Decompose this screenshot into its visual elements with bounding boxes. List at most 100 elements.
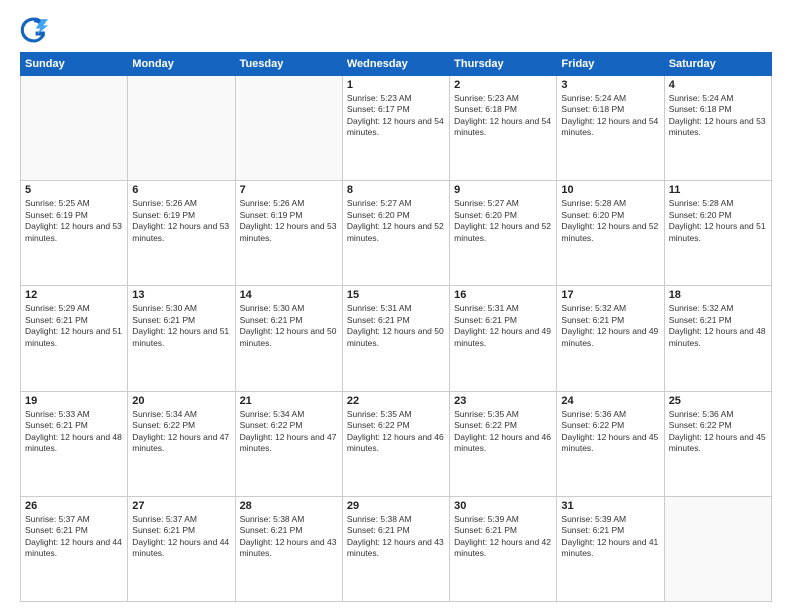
calendar-row-0: 1Sunrise: 5:23 AMSunset: 6:17 PMDaylight… [21,76,772,181]
cell-info: Sunrise: 5:36 AMSunset: 6:22 PMDaylight:… [669,409,767,455]
logo [20,16,52,44]
calendar-cell: 29 Sunrise: 5:38 AMSunset: 6:21 PMDayligh… [342,496,449,601]
calendar-cell [664,496,771,601]
day-number: 30 [454,500,552,512]
calendar-cell: 30 Sunrise: 5:39 AMSunset: 6:21 PMDayligh… [450,496,557,601]
cell-info: Sunrise: 5:37 AMSunset: 6:21 PMDaylight:… [25,514,123,560]
cell-info: Sunrise: 5:38 AMSunset: 6:21 PMDaylight:… [347,514,445,560]
calendar-header-friday: Friday [557,53,664,76]
day-number: 3 [561,79,659,91]
day-number: 20 [132,395,230,407]
calendar-cell [128,76,235,181]
cell-info: Sunrise: 5:35 AMSunset: 6:22 PMDaylight:… [347,409,445,455]
cell-info: Sunrise: 5:28 AMSunset: 6:20 PMDaylight:… [669,198,767,244]
day-number: 6 [132,184,230,196]
day-number: 14 [240,289,338,301]
cell-info: Sunrise: 5:39 AMSunset: 6:21 PMDaylight:… [454,514,552,560]
day-number: 8 [347,184,445,196]
calendar-header-wednesday: Wednesday [342,53,449,76]
calendar-cell: 20Sunrise: 5:34 AMSunset: 6:22 PMDayligh… [128,391,235,496]
calendar-cell: 3 Sunrise: 5:24 AMSunset: 6:18 PMDaylight… [557,76,664,181]
calendar-cell [21,76,128,181]
calendar-cell: 26 Sunrise: 5:37 AMSunset: 6:21 PMDayligh… [21,496,128,601]
calendar-cell: 6 Sunrise: 5:26 AMSunset: 6:19 PMDaylight… [128,181,235,286]
day-number: 26 [25,500,123,512]
day-number: 10 [561,184,659,196]
cell-info: Sunrise: 5:33 AMSunset: 6:21 PMDaylight:… [25,409,123,455]
day-number: 4 [669,79,767,91]
cell-info: Sunrise: 5:31 AMSunset: 6:21 PMDaylight:… [454,303,552,349]
day-number: 31 [561,500,659,512]
calendar-cell: 9 Sunrise: 5:27 AMSunset: 6:20 PMDaylight… [450,181,557,286]
header [20,16,772,44]
day-number: 28 [240,500,338,512]
cell-info: Sunrise: 5:24 AMSunset: 6:18 PMDaylight:… [561,93,659,139]
calendar-cell: 25 Sunrise: 5:36 AMSunset: 6:22 PMDayligh… [664,391,771,496]
day-number: 16 [454,289,552,301]
calendar-cell [235,76,342,181]
calendar-header-saturday: Saturday [664,53,771,76]
cell-info: Sunrise: 5:38 AMSunset: 6:21 PMDaylight:… [240,514,338,560]
calendar-row-1: 5 Sunrise: 5:25 AMSunset: 6:19 PMDaylight… [21,181,772,286]
day-number: 23 [454,395,552,407]
cell-info: Sunrise: 5:30 AMSunset: 6:21 PMDaylight:… [132,303,230,349]
calendar-cell: 16 Sunrise: 5:31 AMSunset: 6:21 PMDayligh… [450,286,557,391]
day-number: 15 [347,289,445,301]
cell-info: Sunrise: 5:25 AMSunset: 6:19 PMDaylight:… [25,198,123,244]
calendar-cell: 27 Sunrise: 5:37 AMSunset: 6:21 PMDayligh… [128,496,235,601]
calendar-cell: 1Sunrise: 5:23 AMSunset: 6:17 PMDaylight… [342,76,449,181]
day-number: 25 [669,395,767,407]
day-number: 18 [669,289,767,301]
calendar-cell: 13Sunrise: 5:30 AMSunset: 6:21 PMDayligh… [128,286,235,391]
calendar-cell: 12 Sunrise: 5:29 AMSunset: 6:21 PMDayligh… [21,286,128,391]
cell-info: Sunrise: 5:36 AMSunset: 6:22 PMDaylight:… [561,409,659,455]
cell-info: Sunrise: 5:28 AMSunset: 6:20 PMDaylight:… [561,198,659,244]
calendar-cell: 28 Sunrise: 5:38 AMSunset: 6:21 PMDayligh… [235,496,342,601]
calendar-cell: 10 Sunrise: 5:28 AMSunset: 6:20 PMDayligh… [557,181,664,286]
cell-info: Sunrise: 5:34 AMSunset: 6:22 PMDaylight:… [240,409,338,455]
cell-info: Sunrise: 5:37 AMSunset: 6:21 PMDaylight:… [132,514,230,560]
cell-info: Sunrise: 5:32 AMSunset: 6:21 PMDaylight:… [669,303,767,349]
calendar-cell: 7 Sunrise: 5:26 AMSunset: 6:19 PMDaylight… [235,181,342,286]
day-number: 22 [347,395,445,407]
cell-info: Sunrise: 5:27 AMSunset: 6:20 PMDaylight:… [454,198,552,244]
day-number: 12 [25,289,123,301]
day-number: 21 [240,395,338,407]
calendar-header-tuesday: Tuesday [235,53,342,76]
calendar-row-2: 12 Sunrise: 5:29 AMSunset: 6:21 PMDayligh… [21,286,772,391]
cell-info: Sunrise: 5:32 AMSunset: 6:21 PMDaylight:… [561,303,659,349]
day-number: 19 [25,395,123,407]
day-number: 27 [132,500,230,512]
day-number: 29 [347,500,445,512]
calendar-cell: 5 Sunrise: 5:25 AMSunset: 6:19 PMDaylight… [21,181,128,286]
cell-info: Sunrise: 5:24 AMSunset: 6:18 PMDaylight:… [669,93,767,139]
day-number: 17 [561,289,659,301]
calendar-cell: 22 Sunrise: 5:35 AMSunset: 6:22 PMDayligh… [342,391,449,496]
day-number: 9 [454,184,552,196]
calendar-cell: 31 Sunrise: 5:39 AMSunset: 6:21 PMDayligh… [557,496,664,601]
calendar-cell: 4 Sunrise: 5:24 AMSunset: 6:18 PMDaylight… [664,76,771,181]
day-number: 11 [669,184,767,196]
calendar-cell: 19 Sunrise: 5:33 AMSunset: 6:21 PMDayligh… [21,391,128,496]
calendar-header-row: SundayMondayTuesdayWednesdayThursdayFrid… [21,53,772,76]
cell-info: Sunrise: 5:39 AMSunset: 6:21 PMDaylight:… [561,514,659,560]
day-number: 2 [454,79,552,91]
calendar-cell: 18 Sunrise: 5:32 AMSunset: 6:21 PMDayligh… [664,286,771,391]
day-number: 7 [240,184,338,196]
cell-info: Sunrise: 5:27 AMSunset: 6:20 PMDaylight:… [347,198,445,244]
cell-info: Sunrise: 5:26 AMSunset: 6:19 PMDaylight:… [132,198,230,244]
day-number: 24 [561,395,659,407]
cell-info: Sunrise: 5:35 AMSunset: 6:22 PMDaylight:… [454,409,552,455]
day-number: 5 [25,184,123,196]
cell-info: Sunrise: 5:23 AMSunset: 6:17 PMDaylight:… [347,93,445,139]
cell-info: Sunrise: 5:30 AMSunset: 6:21 PMDaylight:… [240,303,338,349]
calendar-header-sunday: Sunday [21,53,128,76]
calendar-row-3: 19 Sunrise: 5:33 AMSunset: 6:21 PMDayligh… [21,391,772,496]
cell-info: Sunrise: 5:26 AMSunset: 6:19 PMDaylight:… [240,198,338,244]
calendar-cell: 11 Sunrise: 5:28 AMSunset: 6:20 PMDayligh… [664,181,771,286]
calendar-header-monday: Monday [128,53,235,76]
calendar-row-4: 26 Sunrise: 5:37 AMSunset: 6:21 PMDayligh… [21,496,772,601]
cell-info: Sunrise: 5:31 AMSunset: 6:21 PMDaylight:… [347,303,445,349]
cell-info: Sunrise: 5:29 AMSunset: 6:21 PMDaylight:… [25,303,123,349]
calendar-cell: 23 Sunrise: 5:35 AMSunset: 6:22 PMDayligh… [450,391,557,496]
